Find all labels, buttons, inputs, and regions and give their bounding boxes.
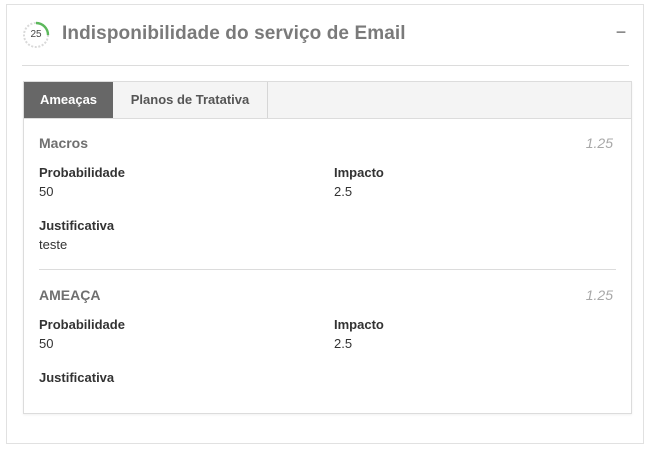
threat-separator — [39, 269, 616, 270]
threat-score: 1.25 — [585, 135, 613, 151]
probability-value: 50 — [39, 184, 54, 199]
threat-score: 1.25 — [585, 287, 613, 303]
tab-panel: Ameaças Planos de Tratativa Macros 1.25 … — [23, 81, 632, 414]
card-header: 25 Indisponibilidade do serviço de Email… — [7, 5, 643, 65]
impact-value: 2.5 — [334, 336, 353, 351]
card-title: Indisponibilidade do serviço de Email — [62, 23, 406, 44]
impact-label: Impacto — [334, 165, 384, 180]
risk-card: 25 Indisponibilidade do serviço de Email… — [6, 4, 644, 444]
tab-bar: Ameaças Planos de Tratativa — [24, 82, 631, 119]
gauge-value: 25 — [30, 29, 42, 40]
header-divider — [22, 65, 629, 66]
probability-label: Probabilidade — [39, 317, 125, 332]
tab-planos-de-tratativa[interactable]: Planos de Tratativa — [113, 82, 268, 118]
risk-level-gauge: 25 — [22, 21, 50, 49]
impact-label: Impacto — [334, 317, 384, 332]
threat-name: AMEAÇA — [39, 287, 101, 303]
probability-label: Probabilidade — [39, 165, 125, 180]
threat-name: Macros — [39, 135, 89, 151]
probability-value: 50 — [39, 336, 54, 351]
tab-ameacas[interactable]: Ameaças — [24, 82, 113, 118]
justification-label: Justificativa — [39, 370, 115, 385]
threat-item: AMEAÇA 1.25 Probabilidade 50 Impacto 2.5… — [39, 287, 616, 397]
justification-label: Justificativa — [39, 218, 115, 233]
justification-value: teste — [39, 237, 68, 252]
impact-value: 2.5 — [334, 184, 353, 199]
threat-item: Macros 1.25 Probabilidade 50 Impacto 2.5… — [39, 135, 616, 255]
minus-icon[interactable]: − — [613, 22, 629, 42]
